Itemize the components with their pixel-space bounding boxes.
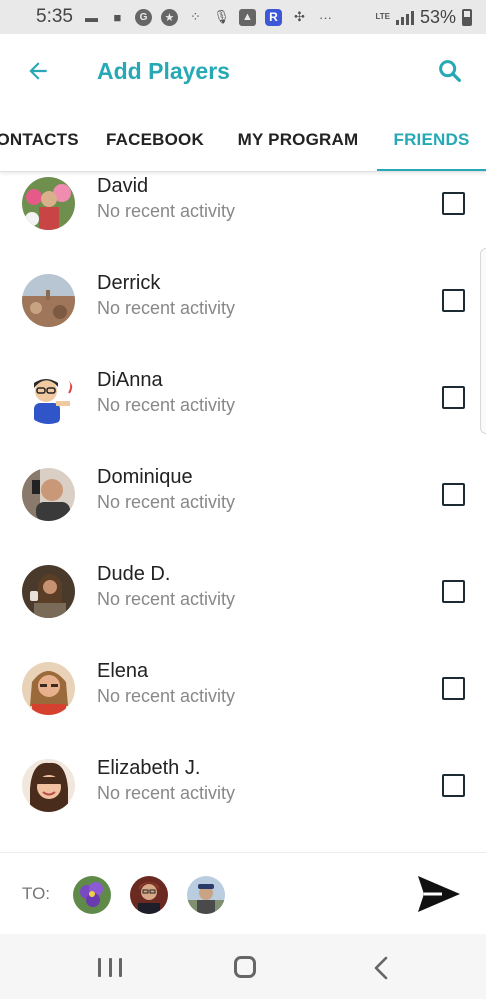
avatar xyxy=(22,468,75,521)
more-notifications-icon: ··· xyxy=(318,9,332,25)
avatar xyxy=(22,274,75,327)
r-app-icon: R xyxy=(264,8,282,26)
list-item[interactable]: Dominique No recent activity xyxy=(0,450,486,547)
battery-icon xyxy=(462,8,472,26)
list-item[interactable]: David No recent activity xyxy=(0,172,486,256)
friend-name: Dominique xyxy=(97,466,193,488)
tab-my-program[interactable]: MY PROGRAM xyxy=(228,108,368,171)
friend-activity: No recent activity xyxy=(97,298,236,318)
list-item[interactable]: DiAnna No recent activity xyxy=(0,353,486,450)
sim-icon: ▬ xyxy=(84,9,98,25)
list-item[interactable]: Elizabeth J. No recent activity xyxy=(0,741,486,838)
message-icon: ■ xyxy=(113,9,122,25)
list-item[interactable]: Derrick No recent activity xyxy=(0,256,486,353)
send-button[interactable] xyxy=(414,873,466,917)
arrow-left-icon xyxy=(29,62,47,80)
scroll-edge-handle[interactable] xyxy=(480,248,486,434)
status-notification-icons: ▬ ■ G ★ ⁘ 🎙︎ ▲ R ✣ ··· xyxy=(83,8,334,26)
friend-name: Dude D. xyxy=(97,563,171,585)
tab-facebook[interactable]: FACEBOOK xyxy=(100,108,210,171)
tab-contacts[interactable]: CONTACTS xyxy=(0,108,88,171)
gear-notification-icon: G xyxy=(134,8,152,26)
page-title: Add Players xyxy=(97,57,230,84)
star-icon: ★ xyxy=(160,8,178,26)
back-button[interactable] xyxy=(18,51,58,91)
recent-apps-icon[interactable] xyxy=(98,958,122,977)
search-button[interactable] xyxy=(430,51,470,91)
avatar xyxy=(22,662,75,715)
friend-checkbox[interactable] xyxy=(442,386,465,409)
friend-name: DiAnna xyxy=(97,369,163,391)
selected-player-avatar[interactable] xyxy=(73,876,111,914)
avatar xyxy=(22,177,75,230)
friend-checkbox[interactable] xyxy=(442,677,465,700)
friend-name: Derrick xyxy=(97,272,161,294)
to-label: TO: xyxy=(22,884,51,903)
tab-bar: CONTACTS FACEBOOK MY PROGRAM FRIENDS xyxy=(0,108,486,172)
lte-label: LTE xyxy=(375,12,390,21)
list-item[interactable]: Elena No recent activity xyxy=(0,644,486,741)
pinwheel-icon: ✣ xyxy=(294,9,305,24)
search-icon xyxy=(439,60,461,82)
system-nav-bar xyxy=(0,934,486,999)
mic-icon: 🎙︎ xyxy=(213,9,230,24)
friend-checkbox[interactable] xyxy=(442,483,465,506)
avatar xyxy=(22,759,75,812)
friend-activity: No recent activity xyxy=(97,492,236,512)
home-icon[interactable] xyxy=(234,956,256,978)
selected-player-avatar[interactable] xyxy=(130,876,168,914)
friend-activity: No recent activity xyxy=(97,686,236,706)
friend-activity: No recent activity xyxy=(97,201,236,221)
app-bar: Add Players xyxy=(0,34,486,108)
avatar xyxy=(22,371,75,424)
friend-activity: No recent activity xyxy=(97,783,236,803)
to-bar: TO: xyxy=(0,852,486,934)
friend-activity: No recent activity xyxy=(97,589,236,609)
list-item[interactable]: Dude D. No recent activity xyxy=(0,547,486,644)
friend-checkbox[interactable] xyxy=(442,580,465,603)
friend-checkbox[interactable] xyxy=(442,289,465,312)
friend-activity: No recent activity xyxy=(97,395,236,415)
friend-checkbox[interactable] xyxy=(442,192,465,215)
friend-name: David xyxy=(97,175,149,197)
grid-icon: ⁘ xyxy=(190,9,201,24)
status-bar: 5:35 ▬ ■ G ★ ⁘ 🎙︎ ▲ R ✣ ··· LTE 53% xyxy=(0,0,486,34)
friend-name: Elena xyxy=(97,660,149,682)
image-icon: ▲ xyxy=(238,8,256,26)
friend-checkbox[interactable] xyxy=(442,774,465,797)
avatar xyxy=(22,565,75,618)
back-icon[interactable] xyxy=(372,956,392,980)
send-icon xyxy=(418,876,460,912)
friend-name: Elizabeth J. xyxy=(97,757,201,779)
battery-percent: 53% xyxy=(419,6,456,27)
friends-list[interactable]: David No recent activity Derrick No rece… xyxy=(0,172,486,852)
selected-player-avatar[interactable] xyxy=(187,876,225,914)
signal-icon xyxy=(395,9,414,25)
tab-friends[interactable]: FRIENDS xyxy=(377,108,486,171)
status-time: 5:35 xyxy=(36,6,73,27)
status-right: LTE 53% xyxy=(375,7,472,28)
